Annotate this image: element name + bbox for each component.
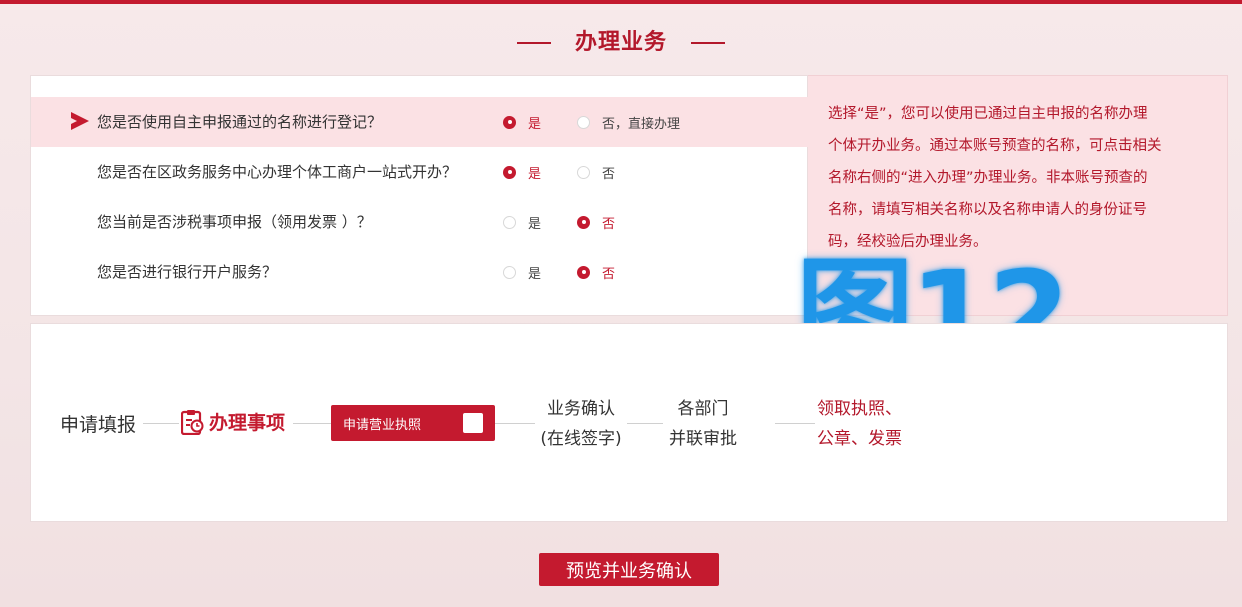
question-row-name-registration: 您是否使用自主申报通过的名称进行登记？ 是 否，直接办理 <box>31 97 809 147</box>
radio-yes-icon[interactable] <box>503 115 516 129</box>
option-no-label: 否 <box>602 216 616 232</box>
question-text: 您当前是否涉税事项申报（领用发票 ）？ <box>97 213 372 231</box>
step-departments: 各部门 并联审批 <box>663 394 743 454</box>
option-yes-label: 是 <box>528 166 542 182</box>
info-line: 个体开办业务。通过本账号预查的名称，可点击相关 <box>828 138 1162 154</box>
apply-license-label: 申请营业执照 <box>343 417 422 433</box>
step-departments-line: 并联审批 <box>669 429 737 449</box>
section-title: 办理业务 <box>0 24 1242 56</box>
step-receive-line: 领取执照、 <box>817 399 902 419</box>
radio-no-icon[interactable] <box>577 165 590 179</box>
title-dash-right <box>691 42 725 44</box>
title-dash-left <box>516 42 551 44</box>
check-icon[interactable]: ✓ <box>463 413 483 433</box>
option-yes-label: 是 <box>528 266 542 282</box>
process-connector <box>495 423 535 424</box>
option-no-label: 否，直接办理 <box>602 116 681 132</box>
option-yes[interactable]: 是 <box>503 114 542 132</box>
radio-no-icon[interactable] <box>577 215 590 229</box>
question-text: 您是否进行银行开户服务？ <box>97 263 278 281</box>
process-panel: 申请填报 办理事项 申请营业执照 ✓ 业务确认 (在线签字) 各部门 并联审批 … <box>30 323 1228 522</box>
radio-yes-icon[interactable] <box>503 165 516 179</box>
option-no-label: 否 <box>602 266 616 282</box>
step-confirm: 业务确认 (在线签字) <box>535 394 627 454</box>
step-receive-line: 公章、发票 <box>817 429 902 449</box>
step-receive: 领取执照、 公章、发票 <box>817 394 927 454</box>
option-no[interactable]: 否 <box>577 164 616 182</box>
step-confirm-line: (在线签字) <box>540 429 622 449</box>
section-title-text: 办理业务 <box>574 30 667 55</box>
option-yes[interactable]: 是 <box>503 164 542 182</box>
process-connector <box>627 423 663 424</box>
option-no-label: 否 <box>602 166 616 182</box>
process-connector <box>143 423 179 424</box>
option-yes[interactable]: 是 <box>503 264 542 282</box>
process-connector <box>293 423 331 424</box>
question-row-bank: 您是否进行银行开户服务？ 是 否 <box>31 247 809 297</box>
option-no[interactable]: 否 <box>577 264 616 282</box>
option-yes[interactable]: 是 <box>503 214 542 232</box>
step-items: 办理事项 <box>180 408 286 435</box>
step-confirm-line: 业务确认 <box>547 399 615 419</box>
radio-no-icon[interactable] <box>577 115 590 129</box>
current-question-arrow-icon <box>71 112 89 130</box>
radio-no-icon[interactable] <box>577 265 590 279</box>
option-yes-label: 是 <box>528 216 542 232</box>
preview-confirm-button[interactable]: 预览并业务确认 <box>539 553 719 586</box>
step-departments-line: 各部门 <box>677 399 729 419</box>
option-no[interactable]: 否 <box>577 214 616 232</box>
step-items-label: 办理事项 <box>209 412 286 434</box>
step-apply: 申请填报 <box>60 414 137 436</box>
apply-license-button[interactable]: 申请营业执照 ✓ <box>331 405 495 441</box>
question-text: 您是否在区政务服务中心办理个体工商户一站式开办？ <box>97 163 458 181</box>
info-line: 名称右侧的“进入办理”办理业务。非本账号预查的 <box>828 170 1148 186</box>
process-connector <box>775 423 815 424</box>
top-bar <box>0 0 1242 4</box>
option-yes-label: 是 <box>528 116 542 132</box>
questions-panel: 您是否使用自主申报通过的名称进行登记？ 是 否，直接办理 您是否在区政务服务中心… <box>30 75 809 316</box>
radio-yes-icon[interactable] <box>503 265 516 279</box>
info-line: 选择“是”，您可以使用已通过自主申报的名称办理 <box>828 106 1148 122</box>
clipboard-icon <box>180 409 205 435</box>
question-row-tax: 您当前是否涉税事项申报（领用发票 ）？ 是 否 <box>31 197 809 247</box>
option-no[interactable]: 否，直接办理 <box>577 114 681 132</box>
question-row-one-stop: 您是否在区政务服务中心办理个体工商户一站式开办？ 是 否 <box>31 147 809 197</box>
radio-yes-icon[interactable] <box>503 215 516 229</box>
question-text: 您是否使用自主申报通过的名称进行登记？ <box>97 113 383 131</box>
